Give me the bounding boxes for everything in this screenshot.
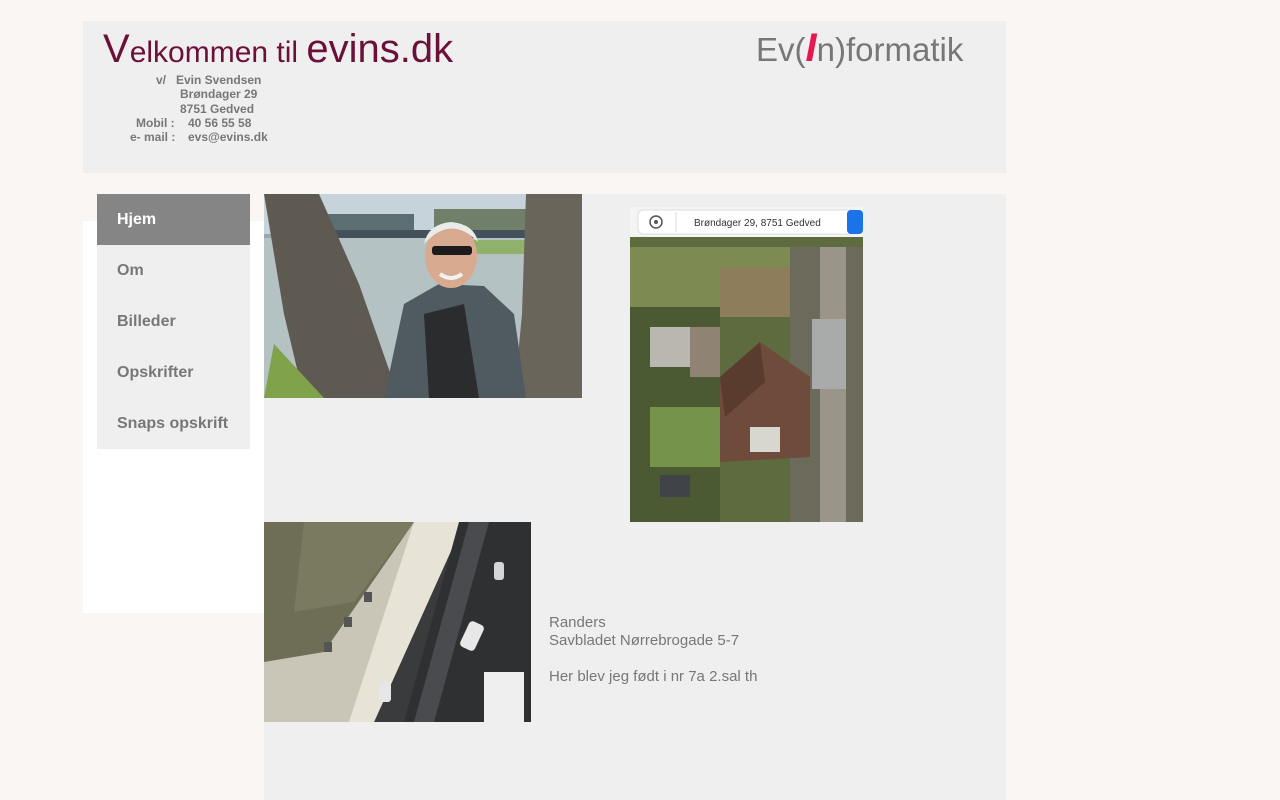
- email-address[interactable]: evs@evins.dk: [188, 130, 268, 144]
- contact-city: 8751 Gedved: [180, 101, 255, 116]
- portrait-photo: [264, 194, 582, 398]
- mobile-number: 40 56 55 58: [188, 115, 252, 130]
- caption-address: Savbladet Nørrebrogade 5-7: [549, 632, 740, 649]
- nav-item-hjem[interactable]: Hjem: [97, 194, 250, 245]
- logo-slash: I: [805, 26, 817, 70]
- nav-item-om[interactable]: Om: [97, 245, 250, 296]
- nav-item-snaps-opskrift[interactable]: Snaps opskrift: [97, 398, 250, 449]
- welcome-initial: V: [103, 27, 130, 71]
- nav-item-opskrifter[interactable]: Opskrifter: [97, 347, 250, 398]
- photo-caption: Randers Savbladet Nørrebrogade 5-7 Her b…: [549, 614, 757, 686]
- map-photo: Brøndager 29, 8751 Gedved: [630, 207, 863, 522]
- logo-prefix: Ev(: [756, 31, 806, 68]
- contact-prefix: v/: [156, 73, 167, 87]
- site-header: Velkommen til evins.dk Ev(In)formatik v/…: [83, 21, 1006, 173]
- caption-city: Randers: [549, 614, 606, 631]
- welcome-text: elkommen til: [129, 36, 307, 69]
- main-content: Brøndager 29, 8751 Gedved Randers Savbla…: [264, 194, 1006, 800]
- caption-note: Her blev jeg født i nr 7a 2.sal th: [549, 668, 758, 685]
- email-label: e- mail :: [130, 130, 176, 145]
- logo-suffix: n)formatik: [816, 31, 964, 68]
- map-search-text: Brøndager 29, 8751 Gedved: [694, 218, 821, 229]
- welcome-title: Velkommen til evins.dk: [103, 27, 453, 72]
- aerial-building-photo: [264, 522, 531, 722]
- nav-item-billeder[interactable]: Billeder: [97, 296, 250, 347]
- evinformatik-logo: Ev(In)formatik: [756, 26, 963, 71]
- site-name: evins.dk: [306, 27, 454, 71]
- mobile-label: Mobil :: [136, 115, 175, 130]
- main-nav: Hjem Om Billeder Opskrifter Snaps opskri…: [97, 194, 250, 449]
- contact-street: Brøndager 29: [180, 87, 258, 102]
- contact-name: Evin Svendsen: [176, 73, 262, 87]
